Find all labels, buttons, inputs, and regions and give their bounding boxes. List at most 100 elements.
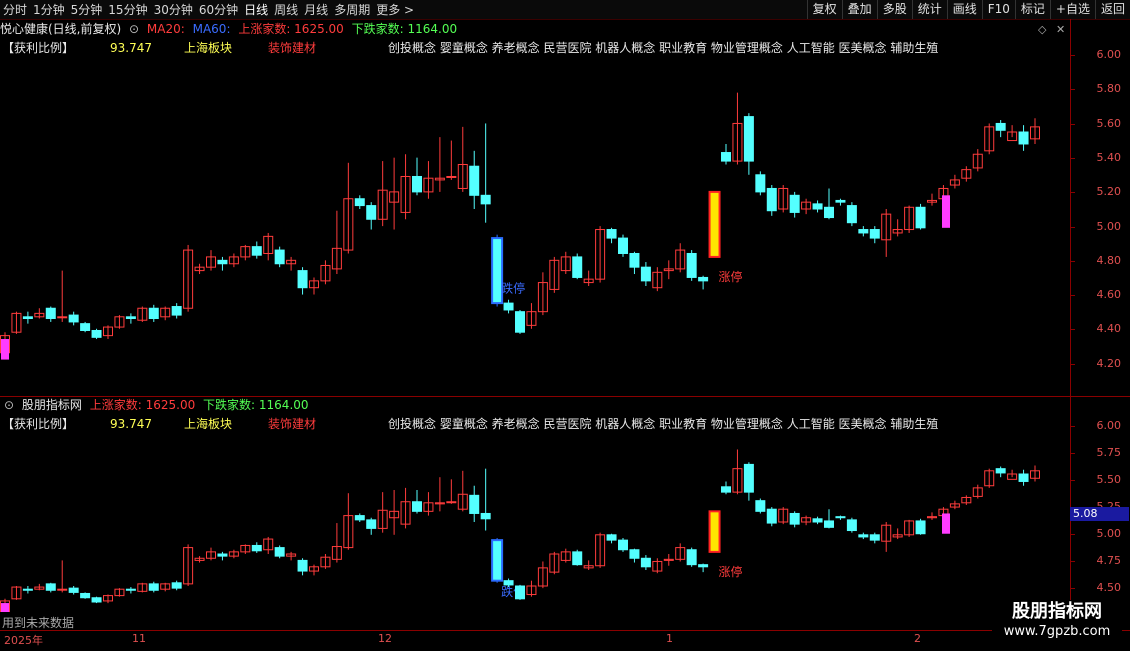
sub-candle (721, 481, 731, 495)
tool-button-4[interactable]: 画线 (946, 0, 982, 19)
main-candle (491, 234, 504, 307)
tool-button-5[interactable]: F10 (981, 0, 1015, 19)
date-dec: 12 (378, 632, 392, 645)
indicator-dropdown-icon[interactable]: ⊙ (4, 398, 14, 412)
main-candle (148, 304, 159, 322)
price-tag: 5.08 (1070, 507, 1129, 521)
main-candle (915, 203, 926, 230)
main-candle (640, 262, 651, 286)
main-candle (663, 260, 674, 280)
main-candle (297, 267, 308, 295)
sub-down-count: 下跌家数: 1164.00 (203, 398, 309, 412)
main-candle (515, 309, 525, 334)
main-candle (972, 149, 983, 172)
main-candle (618, 234, 628, 257)
sub-candle (583, 560, 594, 570)
main-candle (755, 171, 766, 196)
main-candle (686, 250, 697, 281)
tool-button-8[interactable]: 返回 (1094, 0, 1130, 19)
tool-button-6[interactable]: 标记 (1014, 0, 1050, 19)
main-candle (469, 150, 480, 209)
main-tick-mark (1071, 363, 1075, 365)
sub-signal-marker-left (1, 603, 9, 612)
main-candle (114, 315, 125, 329)
sub-tick-mark (1071, 480, 1075, 481)
period-tab-3[interactable]: 15分钟 (105, 1, 150, 18)
sub-candle (537, 561, 548, 589)
sub-candle (125, 587, 136, 594)
close-icon[interactable]: ✕ (1056, 23, 1065, 36)
sub-candle (778, 507, 789, 525)
period-tab-6[interactable]: 日线 (241, 1, 271, 18)
sub-candle (652, 558, 663, 574)
period-tab-7[interactable]: 周线 (271, 1, 301, 18)
period-tab-1[interactable]: 1分钟 (30, 1, 68, 18)
sub-candle (572, 549, 583, 566)
sub-candle (377, 492, 388, 533)
main-candlestick-chart[interactable]: 跌停 涨停 (0, 40, 1070, 395)
period-tab-2[interactable]: 5分钟 (68, 1, 106, 18)
watermark-url: www.7gpzb.com (1003, 624, 1111, 639)
main-candle (377, 161, 388, 227)
main-tick-label: 4.20 (1096, 356, 1122, 370)
main-candle (80, 321, 91, 333)
main-tick-label: 4.80 (1096, 253, 1122, 267)
sub-candle (80, 592, 91, 599)
period-tab-0[interactable]: 分时 (0, 1, 30, 18)
diamond-icon[interactable]: ◇ (1038, 23, 1046, 36)
tool-button-1[interactable]: 叠加 (841, 0, 877, 19)
sub-candle (858, 532, 869, 540)
main-candle (457, 126, 468, 192)
sub-candle (686, 547, 697, 567)
sub-candle (949, 500, 960, 510)
sub-candle (892, 528, 903, 540)
main-tick-mark (1071, 295, 1075, 297)
main-candle (331, 210, 342, 275)
sub-candle (560, 548, 571, 563)
main-candle (57, 270, 68, 322)
sub-candle (206, 547, 216, 561)
sub-candle (160, 582, 171, 592)
sub-candle (57, 560, 68, 593)
period-tab-10[interactable]: 更多 > (373, 1, 417, 18)
sub-candle (1018, 469, 1029, 486)
sub-tick-label: 5.75 (1096, 446, 1122, 459)
main-candle (228, 253, 239, 268)
date-feb: 2 (914, 632, 921, 645)
main-candle (675, 243, 686, 273)
tool-button-7[interactable]: +自选 (1049, 0, 1095, 19)
sub-candle (515, 584, 525, 600)
main-tick-label: 5.80 (1096, 82, 1122, 96)
period-tab-9[interactable]: 多周期 (331, 1, 373, 18)
tool-button-2[interactable]: 多股 (876, 0, 912, 19)
sub-tick-label: 5.00 (1096, 527, 1122, 540)
main-candle (824, 188, 834, 220)
main-candle (606, 227, 617, 244)
period-tab-4[interactable]: 30分钟 (151, 1, 196, 18)
period-tab-5[interactable]: 60分钟 (196, 1, 241, 18)
sub-candle (984, 468, 995, 488)
main-candle (1018, 125, 1029, 151)
main-candle (708, 190, 721, 258)
main-chart-header: 悦心健康(日线,前复权) ⊙ MA20: MA60: 上涨家数: 1625.00… (0, 21, 461, 37)
sub-signal-marker-right (942, 513, 950, 534)
main-candle (412, 157, 422, 196)
period-toolbar: 分时 1分钟 5分钟 15分钟 30分钟 60分钟 日线 周线 月线 多周期 更多 > 复权 叠加 多股… (0, 0, 1130, 20)
main-candle (858, 226, 869, 237)
sub-candle (309, 564, 319, 576)
dropdown-icon[interactable]: ⊙ (129, 22, 139, 36)
sub-candle (801, 515, 812, 526)
site-watermark: 股朋指标网 www.7gpzb.com (992, 600, 1122, 644)
sub-tick-label: 5.50 (1096, 473, 1122, 486)
sub-candle (446, 479, 457, 504)
main-candle (846, 202, 857, 227)
tool-button-0[interactable]: 复权 (806, 0, 842, 19)
period-tab-8[interactable]: 月线 (301, 1, 331, 18)
main-candle (778, 185, 789, 213)
main-candle (1007, 125, 1018, 142)
sub-candlestick-chart[interactable]: 跌停涨停 (0, 416, 1070, 612)
sub-candle (228, 549, 239, 559)
tool-button-3[interactable]: 统计 (911, 0, 947, 19)
sub-candle (526, 580, 537, 597)
sub-candle (835, 515, 846, 520)
